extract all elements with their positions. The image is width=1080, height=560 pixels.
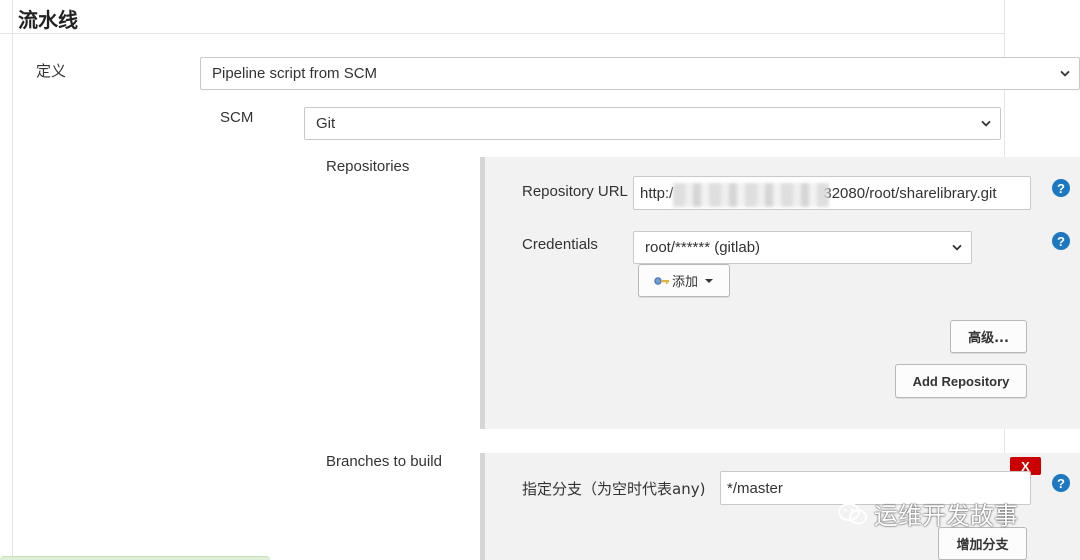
branches-label: Branches to build (326, 453, 442, 470)
redaction-mosaic (673, 183, 829, 207)
scm-selected-value: Git (316, 115, 336, 132)
repositories-label: Repositories (326, 158, 410, 175)
add-repository-button[interactable]: Add Repository (895, 364, 1027, 398)
scm-label: SCM (220, 109, 254, 126)
credentials-select[interactable]: root/****** (gitlab) (633, 231, 972, 264)
help-icon[interactable]: ? (1052, 474, 1070, 492)
section-divider (0, 33, 1005, 34)
definition-selected-value: Pipeline script from SCM (212, 65, 378, 82)
definition-select[interactable]: Pipeline script from SCM (200, 57, 1080, 90)
credentials-selected-value: root/****** (gitlab) (645, 239, 761, 256)
add-branch-button[interactable]: 增加分支 (938, 527, 1027, 560)
key-icon (654, 276, 669, 285)
scm-select[interactable]: Git (304, 107, 1001, 140)
watermark: 运维开发故事 (838, 496, 1018, 531)
left-border (12, 0, 13, 560)
wechat-icon (838, 502, 867, 524)
help-icon[interactable]: ? (1052, 232, 1070, 250)
repository-url-prefix: http:/ (640, 184, 674, 202)
credentials-label: Credentials (522, 236, 598, 253)
help-icon[interactable]: ? (1052, 179, 1070, 197)
chevron-down-icon (1060, 70, 1070, 77)
repository-url-label: Repository URL (522, 183, 628, 200)
repository-url-suffix: 32080/root/sharelibrary.git (823, 184, 997, 202)
section-title: 流水线 (18, 8, 78, 32)
watermark-text: 运维开发故事 (874, 502, 1018, 530)
advanced-button[interactable]: 高级... (950, 320, 1027, 353)
branch-specifier-value: */master (727, 479, 783, 497)
chevron-down-icon (981, 120, 991, 127)
bottom-notification-strip (0, 556, 270, 560)
add-credentials-label: 添加 (671, 275, 698, 290)
branch-specifier-label: 指定分支（为空时代表any) (522, 480, 706, 498)
definition-label: 定义 (36, 62, 67, 80)
chevron-down-icon (952, 244, 962, 251)
add-credentials-button[interactable]: 添加 (638, 264, 730, 297)
caret-down-icon (705, 278, 713, 283)
